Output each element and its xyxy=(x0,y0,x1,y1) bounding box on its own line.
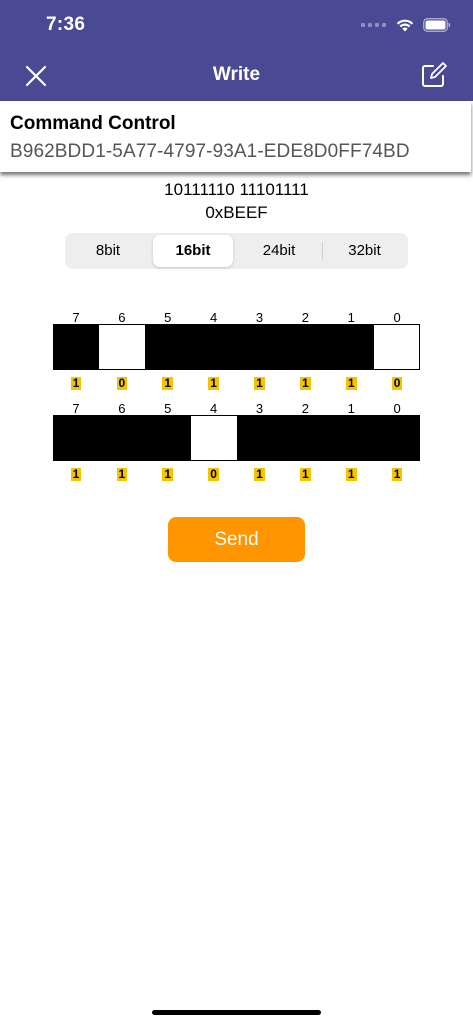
send-button[interactable]: Send xyxy=(168,517,305,562)
bit-value-text: 1 xyxy=(254,467,265,481)
bit-value-text: 0 xyxy=(391,376,403,390)
byte-row-2: 7 6 5 4 3 2 1 0 1 1 1 0 1 1 1 1 xyxy=(53,401,420,483)
bit-value-text: 1 xyxy=(70,467,82,481)
byte-row-1: 7 6 5 4 3 2 1 0 1 0 1 1 1 1 1 0 xyxy=(53,310,420,392)
bit-value-label: 1 xyxy=(374,465,420,483)
bit-value-text: 1 xyxy=(208,376,219,390)
bit-index-label: 6 xyxy=(118,401,126,416)
bit-value-text: 1 xyxy=(162,467,174,481)
bit-index-label: 7 xyxy=(72,401,80,416)
bit-value-label: 1 xyxy=(145,374,191,392)
navigation-header: 7:36 Write xyxy=(0,0,473,101)
bit-toggle[interactable] xyxy=(283,415,329,461)
bit-index-label: 0 xyxy=(393,310,401,325)
segment-24bit[interactable]: 24bit xyxy=(237,235,321,267)
bit-value-text: 0 xyxy=(208,467,219,481)
bit-cells xyxy=(53,324,420,370)
bit-index-label: 4 xyxy=(210,401,218,416)
bit-toggle[interactable] xyxy=(328,415,375,461)
bit-value-label: 1 xyxy=(328,374,374,392)
bit-value-label: 1 xyxy=(53,374,99,392)
bit-value-label: 1 xyxy=(191,374,237,392)
status-indicators xyxy=(361,16,451,34)
bit-index-label: 6 xyxy=(118,310,126,325)
bit-toggle[interactable] xyxy=(237,415,284,461)
bit-width-selector: 8bit 16bit 24bit 32bit xyxy=(65,233,408,269)
bit-value-label: 1 xyxy=(99,465,145,483)
bit-value-text: 0 xyxy=(116,376,128,390)
bit-index-label: 3 xyxy=(255,310,264,325)
bit-index-label: 2 xyxy=(301,401,309,416)
characteristic-card: Command Control B962BDD1-5A77-4797-93A1-… xyxy=(0,101,471,172)
status-time: 7:36 xyxy=(46,14,86,35)
bit-value-text: 1 xyxy=(254,376,265,390)
bit-value-label: 1 xyxy=(53,465,99,483)
bit-value-text: 1 xyxy=(345,467,357,481)
binary-value: 10111110 11101111 xyxy=(164,180,309,199)
bit-toggle[interactable] xyxy=(53,324,99,370)
bit-value-label: 0 xyxy=(99,374,145,392)
bit-toggle[interactable] xyxy=(189,415,238,461)
bit-value-text: 1 xyxy=(116,467,128,481)
characteristic-name: Command Control xyxy=(10,113,176,134)
bit-index-label: 2 xyxy=(301,310,309,325)
bit-index-label: 4 xyxy=(210,310,218,325)
bit-toggle[interactable] xyxy=(236,324,282,370)
bit-toggle[interactable] xyxy=(374,415,420,461)
bit-toggle[interactable] xyxy=(281,324,328,370)
bit-value-label: 1 xyxy=(237,374,283,392)
bit-index-label: 3 xyxy=(255,401,264,416)
bit-value-text: 1 xyxy=(300,376,311,390)
bit-index-label: 7 xyxy=(72,310,80,325)
bit-toggle[interactable] xyxy=(53,415,99,461)
bit-value-text: 1 xyxy=(391,467,403,481)
bit-index-label: 1 xyxy=(347,310,355,325)
bit-toggle[interactable] xyxy=(144,415,190,461)
battery-icon xyxy=(423,18,451,32)
bit-value-text: 1 xyxy=(70,376,82,390)
bit-toggle[interactable] xyxy=(372,324,420,370)
compose-icon[interactable] xyxy=(419,60,449,90)
cellular-signal-icon xyxy=(361,23,386,27)
bit-value-text: 1 xyxy=(162,376,174,390)
bit-value-label: 0 xyxy=(191,465,237,483)
wifi-icon xyxy=(396,19,414,32)
segment-16bit[interactable]: 16bit xyxy=(153,235,233,267)
hex-value: 0xBEEF xyxy=(205,203,268,222)
segment-32bit[interactable]: 32bit xyxy=(323,235,406,267)
bit-value-label: 1 xyxy=(282,374,328,392)
segment-8bit[interactable]: 8bit xyxy=(67,235,149,267)
bit-value-label: 1 xyxy=(237,465,283,483)
bit-toggle[interactable] xyxy=(145,324,192,370)
bit-toggle[interactable] xyxy=(191,324,237,370)
bit-value-text: 1 xyxy=(345,376,357,390)
bit-cells xyxy=(53,415,420,461)
bit-toggle[interactable] xyxy=(98,415,145,461)
bit-value-label: 1 xyxy=(328,465,374,483)
page-title: Write xyxy=(212,64,261,85)
bit-index-label: 5 xyxy=(164,401,172,416)
bit-index-label: 0 xyxy=(393,401,401,416)
bit-value-label: 1 xyxy=(282,465,328,483)
bit-toggle[interactable] xyxy=(327,324,373,370)
characteristic-uuid: B962BDD1-5A77-4797-93A1-EDE8D0FF74BD xyxy=(10,141,410,162)
bit-toggle[interactable] xyxy=(98,324,146,370)
bit-index-label: 5 xyxy=(164,310,172,325)
bit-index-label: 1 xyxy=(347,401,355,416)
bit-value-text: 1 xyxy=(300,467,311,481)
home-indicator xyxy=(152,1010,321,1015)
bit-value-label: 0 xyxy=(374,374,420,392)
bit-value-label: 1 xyxy=(145,465,191,483)
